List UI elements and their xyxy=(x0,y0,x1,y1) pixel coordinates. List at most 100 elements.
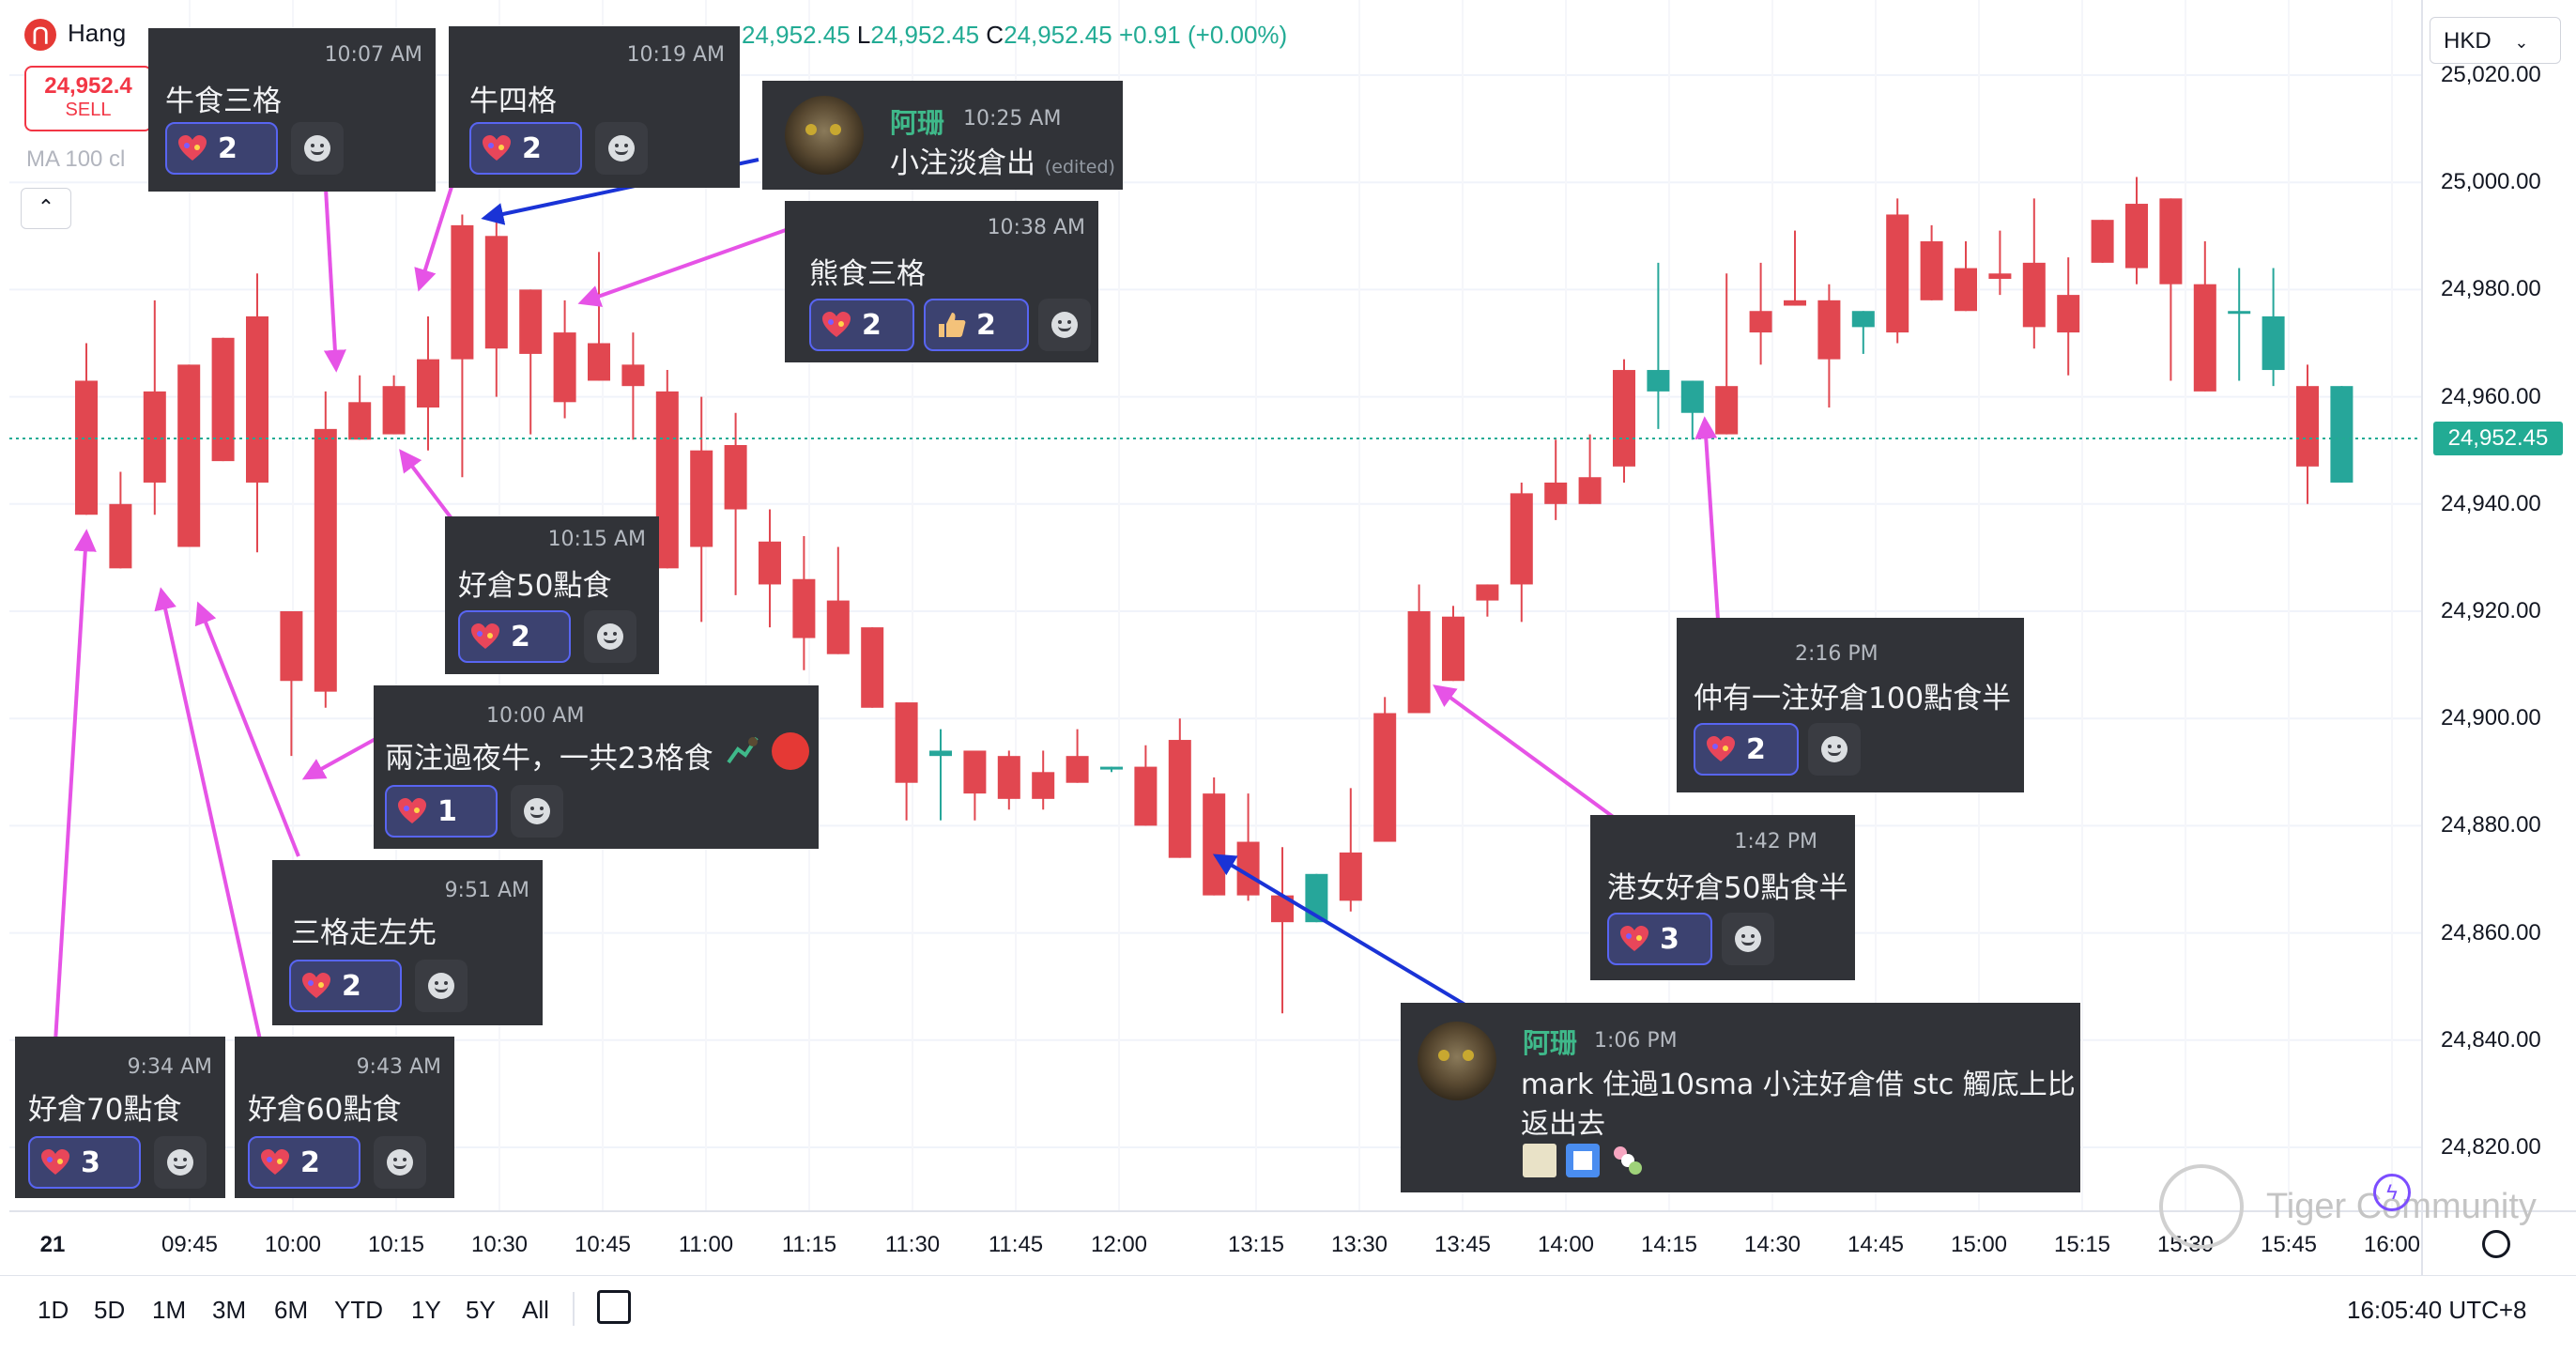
candle-body[interactable] xyxy=(451,224,474,360)
add-reaction-button[interactable] xyxy=(415,960,468,1012)
add-reaction-button[interactable] xyxy=(154,1136,207,1189)
candle-body[interactable] xyxy=(382,386,406,435)
ma-indicator-label[interactable]: MA 100 cl xyxy=(26,146,125,173)
candle-body[interactable] xyxy=(417,359,439,408)
candle-body[interactable] xyxy=(1851,311,1875,328)
timeframe-button-1m[interactable]: 1M xyxy=(152,1296,186,1325)
candle-body[interactable] xyxy=(109,503,132,569)
reaction-chip[interactable]: 2 xyxy=(248,1136,360,1189)
candle-body[interactable] xyxy=(553,332,576,403)
timeframe-button-3m[interactable]: 3M xyxy=(212,1296,246,1325)
candle-body[interactable] xyxy=(1784,300,1806,306)
candle-body[interactable] xyxy=(143,391,166,483)
candle-body[interactable] xyxy=(519,289,543,354)
candle-body[interactable] xyxy=(1168,740,1191,858)
candle-body[interactable] xyxy=(1373,713,1397,842)
author-name[interactable]: 阿珊 xyxy=(890,101,944,141)
collapse-legend-button[interactable]: ⌃ xyxy=(21,188,71,229)
candle-body[interactable] xyxy=(690,450,713,547)
candle-body[interactable] xyxy=(655,391,679,569)
candle-body[interactable] xyxy=(246,315,268,483)
symbol-title[interactable]: Hang xyxy=(68,19,126,48)
compare-range-icon[interactable] xyxy=(597,1290,631,1324)
candle-body[interactable] xyxy=(348,402,372,440)
candle-body[interactable] xyxy=(792,578,816,638)
candle-body[interactable] xyxy=(1715,386,1739,435)
reaction-chip[interactable]: 2 xyxy=(289,960,402,1012)
add-reaction-button[interactable] xyxy=(1808,723,1861,776)
candle-body[interactable] xyxy=(2022,262,2046,328)
candle-body[interactable] xyxy=(280,611,303,682)
timeframe-button-1d[interactable]: 1D xyxy=(38,1296,69,1325)
candle-body[interactable] xyxy=(1578,477,1602,504)
candle-body[interactable] xyxy=(1032,772,1055,799)
reaction-chip[interactable]: 2 xyxy=(924,299,1029,351)
candle-body[interactable] xyxy=(1203,793,1226,896)
candle-body[interactable] xyxy=(177,364,201,547)
candle-body[interactable] xyxy=(1955,268,1977,312)
add-reaction-button[interactable] xyxy=(511,785,563,838)
candle-body[interactable] xyxy=(997,756,1020,799)
candle-body[interactable] xyxy=(484,236,508,349)
timeframe-button-5d[interactable]: 5D xyxy=(94,1296,125,1325)
settings-gear-icon[interactable] xyxy=(2482,1230,2510,1258)
candle-body[interactable] xyxy=(1100,766,1123,770)
candle-body[interactable] xyxy=(2091,220,2114,263)
add-reaction-button[interactable] xyxy=(291,122,344,175)
candle-body[interactable] xyxy=(1407,611,1431,714)
candle-body[interactable] xyxy=(1817,300,1841,360)
candle-body[interactable] xyxy=(2125,204,2148,269)
add-reaction-button[interactable] xyxy=(595,122,648,175)
candle-body[interactable] xyxy=(2330,386,2354,483)
candle-body[interactable] xyxy=(1920,241,1943,300)
author-name[interactable]: 阿珊 xyxy=(1523,1022,1577,1061)
timeframe-button-5y[interactable]: 5Y xyxy=(466,1296,496,1325)
candle-body[interactable] xyxy=(2262,315,2285,371)
candle-body[interactable] xyxy=(963,750,987,794)
candle-body[interactable] xyxy=(1544,482,1568,504)
candle-body[interactable] xyxy=(1886,214,1909,333)
candle-body[interactable] xyxy=(724,444,747,510)
candle-body[interactable] xyxy=(1134,766,1158,826)
reaction-chip[interactable]: 3 xyxy=(1607,913,1712,965)
candle-body[interactable] xyxy=(1647,370,1670,392)
add-reaction-button[interactable] xyxy=(1722,913,1774,965)
add-reaction-button[interactable] xyxy=(374,1136,426,1189)
sell-button[interactable]: 24,952.4 SELL xyxy=(24,66,152,131)
candle-body[interactable] xyxy=(75,380,98,515)
candle-body[interactable] xyxy=(1066,756,1089,783)
reaction-chip[interactable]: 2 xyxy=(469,122,582,175)
timeframe-button-ytd[interactable]: YTD xyxy=(334,1296,383,1325)
candle-body[interactable] xyxy=(314,428,337,692)
candle-body[interactable] xyxy=(2228,311,2251,315)
candle-body[interactable] xyxy=(1749,311,1772,333)
timeframe-button-1y[interactable]: 1Y xyxy=(411,1296,441,1325)
candle-body[interactable] xyxy=(759,541,781,585)
reaction-chip[interactable]: 2 xyxy=(809,299,914,351)
reaction-chip[interactable]: 3 xyxy=(28,1136,141,1189)
lightning-icon[interactable]: ϟ xyxy=(2373,1174,2411,1211)
reaction-chip[interactable]: 2 xyxy=(458,610,571,663)
candle-body[interactable] xyxy=(1988,273,2012,279)
user-avatar[interactable] xyxy=(785,96,864,175)
timeframe-button-all[interactable]: All xyxy=(522,1296,549,1325)
reaction-chip[interactable]: 2 xyxy=(1694,723,1799,776)
candle-body[interactable] xyxy=(1476,584,1499,601)
timeframe-button-6m[interactable]: 6M xyxy=(274,1296,308,1325)
candle-body[interactable] xyxy=(826,600,850,654)
candle-body[interactable] xyxy=(1442,616,1464,682)
candle-body[interactable] xyxy=(2296,386,2319,467)
reaction-chip[interactable]: 2 xyxy=(165,122,278,175)
candle-body[interactable] xyxy=(895,702,918,783)
add-reaction-button[interactable] xyxy=(584,610,636,663)
candle-body[interactable] xyxy=(621,364,645,387)
candle-body[interactable] xyxy=(1339,852,1362,901)
currency-select[interactable]: HKD ⌄ xyxy=(2430,17,2561,64)
candle-body[interactable] xyxy=(211,337,235,462)
add-reaction-button[interactable] xyxy=(1038,299,1091,351)
candle-body[interactable] xyxy=(2193,284,2216,392)
candle-body[interactable] xyxy=(1613,370,1635,467)
candle-body[interactable] xyxy=(2057,295,2080,333)
user-avatar[interactable] xyxy=(1418,1022,1496,1100)
candle-body[interactable] xyxy=(1510,493,1533,585)
